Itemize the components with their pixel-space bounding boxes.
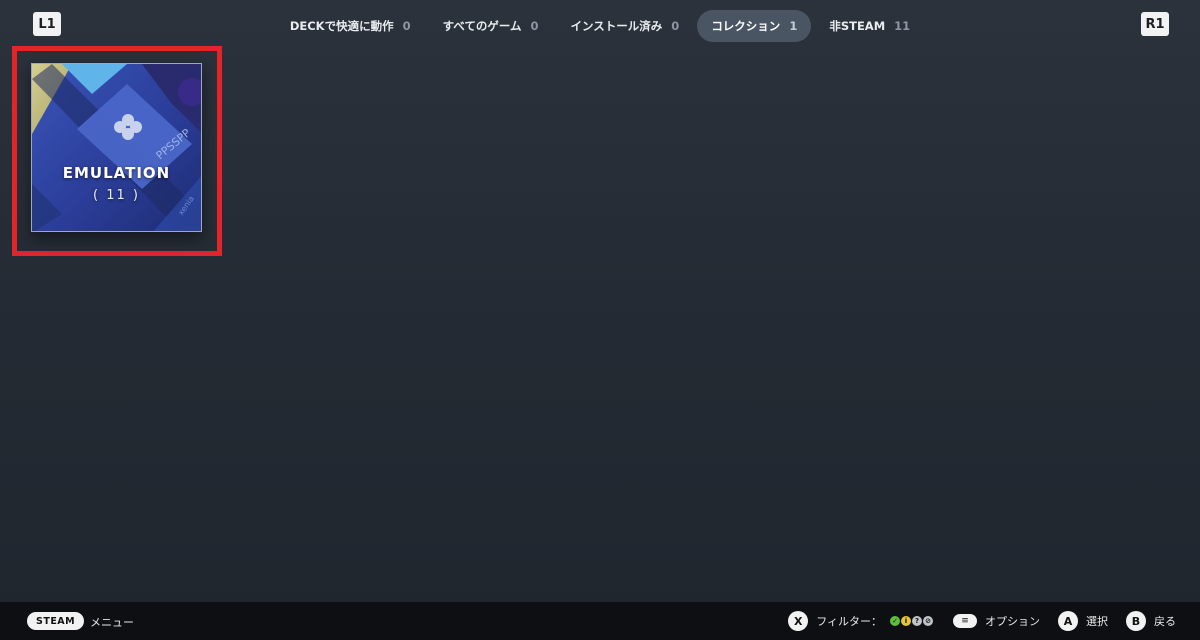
tab-installed[interactable]: インストール済み 0	[557, 10, 694, 42]
footer-hints: X フィルター： ✓ i ? ⊘ ≡ オプション A 選択 B 戻る	[788, 602, 1176, 640]
collection-tile-emulation[interactable]: PPSSPP xenia EMULATION ( 11 )	[31, 63, 202, 232]
tab-count: 1	[789, 19, 798, 33]
tab-all-games[interactable]: すべてのゲーム 0	[429, 10, 553, 42]
options-label: オプション	[985, 615, 1040, 628]
tab-count: 0	[530, 19, 539, 33]
library-tabs: DECKで快適に動作 0 すべてのゲーム 0 インストール済み 0 コレクション…	[0, 10, 1200, 42]
tab-label: コレクション	[711, 19, 781, 33]
tab-non-steam[interactable]: 非STEAM 11	[815, 10, 924, 42]
collection-count: ( 11 )	[93, 188, 140, 203]
collection-title: EMULATION	[62, 164, 171, 182]
tab-label: DECKで快適に動作	[289, 19, 394, 33]
footer-bar: STEAM メニュー X フィルター： ✓ i ? ⊘ ≡ オプション A 選択…	[0, 602, 1200, 640]
tab-deck-verified[interactable]: DECKで快適に動作 0	[276, 10, 425, 42]
verified-icon: ✓	[890, 616, 900, 626]
tab-count: 0	[402, 19, 411, 33]
tab-label: インストール済み	[570, 19, 663, 33]
filter-icons: ✓ i ? ⊘	[890, 616, 933, 626]
b-button[interactable]: B	[1126, 611, 1146, 631]
a-button[interactable]: A	[1058, 611, 1078, 631]
menu-label: メニュー	[90, 616, 134, 629]
tab-label: すべてのゲーム	[442, 19, 522, 33]
unsupported-icon: ⊘	[923, 616, 933, 626]
unknown-icon: ?	[912, 616, 922, 626]
options-button[interactable]: ≡	[953, 614, 977, 628]
tab-count: 11	[894, 19, 911, 33]
steam-button[interactable]: STEAM	[27, 612, 85, 630]
tab-count: 0	[671, 19, 680, 33]
x-button[interactable]: X	[788, 611, 809, 631]
filter-label: フィルター：	[816, 615, 882, 628]
back-label: 戻る	[1154, 615, 1176, 628]
playable-icon: i	[901, 616, 911, 626]
tab-label: 非STEAM	[829, 19, 886, 33]
collection-art: PPSSPP xenia	[32, 64, 201, 231]
select-label: 選択	[1086, 615, 1108, 628]
tab-collections[interactable]: コレクション 1	[697, 10, 812, 42]
